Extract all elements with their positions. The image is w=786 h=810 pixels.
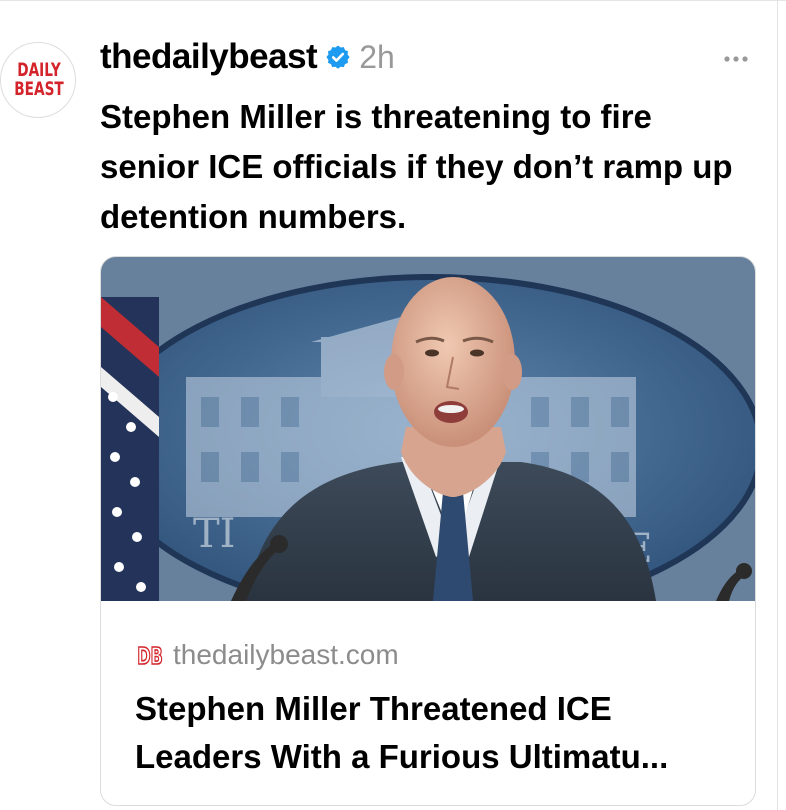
avatar-line-2: BEAST [14,78,64,100]
link-title[interactable]: Stephen Miller Threatened ICE Leaders Wi… [135,685,735,781]
top-divider [0,0,786,1]
post-caption: Stephen Miller is threatening to fire se… [100,98,733,235]
post-timestamp: 2h [359,38,395,75]
link-source: DB thedailybeast.com [135,639,399,671]
link-preview-card[interactable]: TI SE [100,256,756,806]
press-briefing-photo: TI SE [101,257,755,601]
daily-beast-db-icon: DB [135,642,165,670]
verified-badge-icon [325,44,351,70]
daily-beast-logo-icon: DAILY BEAST [14,59,64,100]
svg-text:TI: TI [193,511,235,557]
more-options-icon[interactable] [724,50,748,62]
link-domain[interactable]: thedailybeast.com [173,639,399,671]
right-divider [777,0,778,810]
avatar[interactable]: DAILY BEAST [0,42,76,118]
svg-text:DB: DB [137,643,163,668]
username[interactable]: thedailybeast [100,37,318,77]
post-header: thedailybeast 2h [100,36,395,78]
threads-post: DAILY BEAST thedailybeast 2h Stephen Mil… [0,0,786,810]
